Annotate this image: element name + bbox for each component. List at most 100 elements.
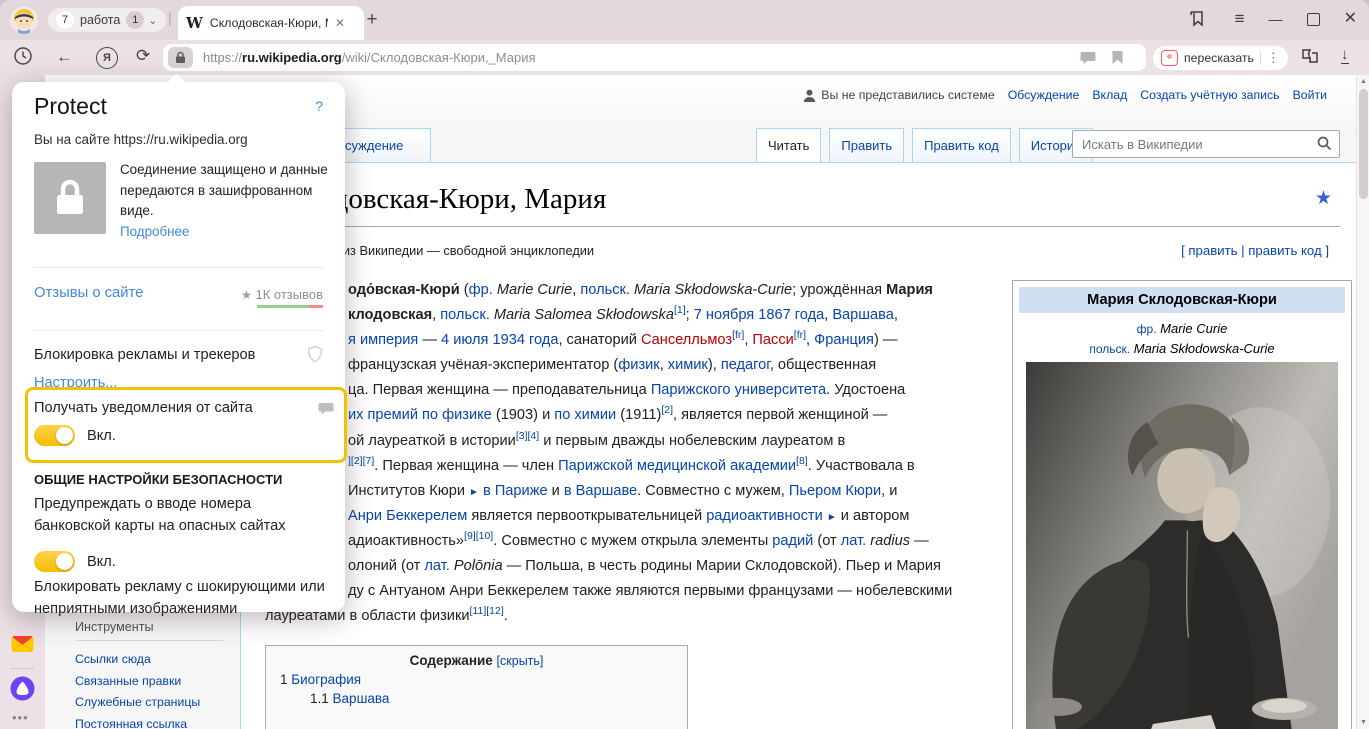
wiki-link[interactable]: [fr] — [794, 329, 806, 341]
yandex-button[interactable]: Я — [96, 47, 118, 69]
wiki-link[interactable]: ► — [469, 487, 479, 498]
scroll-thumb[interactable] — [1359, 89, 1368, 199]
wiki-search-input[interactable] — [1080, 132, 1314, 156]
wiki-link[interactable]: радиоактивности — [706, 508, 823, 524]
card-warning-toggle[interactable] — [34, 551, 75, 572]
wiki-link[interactable]: 7 ноября — [694, 307, 754, 323]
protect-lock-chip[interactable] — [168, 47, 193, 68]
wiki-link[interactable]: Санселльмоз — [641, 332, 732, 348]
infobox: Мария Склодовская-Кюри фр. Marie Curie п… — [1012, 280, 1352, 729]
close-window-button[interactable]: ✕ — [1344, 8, 1357, 30]
wiki-link[interactable]: 4 июля — [441, 332, 488, 348]
notifications-toggle[interactable] — [34, 425, 75, 446]
wiki-link[interactable]: Парижской медицинской академии — [558, 458, 796, 474]
chevron-down-icon[interactable]: ⌄ — [148, 14, 157, 27]
wiki-link[interactable]: [fr] — [732, 329, 744, 341]
tab-close-icon[interactable]: ✕ — [335, 16, 345, 30]
tab-edit-source[interactable]: Править код — [912, 128, 1011, 162]
address-bar[interactable]: https://ru.wikipedia.org/wiki/Склодовска… — [163, 44, 1146, 71]
tab-group-pill[interactable]: 7 работа 1 ⌄ — [48, 8, 166, 32]
refresh-button[interactable]: ⟳ — [136, 46, 150, 66]
page-scrollbar[interactable]: ▲ ▼ — [1356, 75, 1369, 729]
tab-edit[interactable]: Править — [829, 128, 904, 162]
wiki-link[interactable]: химик — [668, 357, 708, 373]
wiki-link[interactable]: 1934 года — [492, 332, 558, 348]
toc-item[interactable]: 1 Биография — [266, 668, 687, 687]
wiki-link[interactable]: Варшава — [832, 307, 894, 323]
tools-link[interactable]: Ссылки сюда — [75, 649, 223, 671]
tab-read[interactable]: Читать — [756, 128, 821, 162]
tools-link[interactable]: Связанные правки — [75, 671, 223, 693]
wiki-link[interactable]: [8] — [796, 455, 808, 467]
wiki-link[interactable]: польск. — [440, 307, 490, 323]
wiki-link[interactable]: фр. — [469, 282, 493, 298]
collections-icon[interactable] — [1300, 46, 1320, 70]
section-edit-links[interactable]: [ править | править код ] — [1181, 243, 1329, 258]
wiki-link[interactable]: [2] — [661, 405, 673, 417]
wiki-link[interactable]: лат. — [841, 533, 866, 549]
talk-link[interactable]: Обсуждение — [1008, 88, 1080, 102]
tools-link[interactable]: Постоянная ссылка — [75, 714, 223, 729]
wiki-link[interactable]: [9][10] — [464, 530, 493, 542]
infobox-fr-label[interactable]: фр. — [1137, 322, 1157, 336]
wiki-link[interactable]: [11][12] — [470, 605, 504, 617]
portrait-photo[interactable] — [1026, 362, 1338, 729]
infobox-pl-label[interactable]: польск. — [1089, 342, 1130, 356]
site-reviews-link[interactable]: Отзывы о сайте — [34, 285, 143, 301]
alice-icon[interactable] — [10, 676, 35, 706]
download-icon[interactable]: ↓ — [1341, 46, 1349, 64]
wiki-link[interactable]: в Варшаве — [564, 483, 637, 499]
wiki-link[interactable]: Пасси — [752, 332, 793, 348]
history-icon[interactable] — [13, 46, 33, 71]
lead-line: их премий по физике (1903) и по химии (1… — [265, 403, 1045, 428]
wiki-search[interactable] — [1072, 130, 1340, 158]
bookmark-flag-icon[interactable] — [1111, 50, 1124, 70]
side-panel-icon[interactable] — [1188, 9, 1207, 33]
scroll-up-arrow[interactable]: ▲ — [1357, 78, 1369, 85]
more-horizontal-icon[interactable]: ••• — [12, 710, 29, 725]
url-text[interactable]: https://ru.wikipedia.org/wiki/Склодовска… — [203, 50, 536, 65]
wiki-link[interactable]: [1] — [674, 304, 686, 316]
maximize-button[interactable] — [1307, 13, 1320, 26]
minimize-button[interactable]: — — [1269, 8, 1283, 30]
wiki-link[interactable]: Анри Беккерелем — [348, 508, 467, 524]
active-tab[interactable]: W Склодовская-Кюри, Ма ✕ — [178, 6, 364, 40]
protect-help-link[interactable]: ? — [315, 98, 323, 114]
comment-icon[interactable] — [1080, 50, 1096, 70]
wiki-link[interactable]: я империя — [348, 332, 418, 348]
wiki-link[interactable]: польск. — [580, 282, 630, 298]
mail-icon[interactable] — [11, 635, 34, 658]
back-button[interactable]: ← — [56, 47, 73, 67]
wiki-link[interactable]: по химии — [554, 407, 616, 423]
login-link[interactable]: Войти — [1293, 88, 1327, 102]
tools-link[interactable]: Служебные страницы — [75, 692, 223, 714]
toc-hide-link[interactable]: [скрыть] — [497, 654, 544, 668]
profile-avatar[interactable] — [10, 6, 38, 34]
bookmark-star-icon[interactable]: ★ — [1315, 187, 1332, 210]
create-account-link[interactable]: Создать учётную запись — [1140, 88, 1279, 102]
wiki-link[interactable]: Пьером Кюри — [789, 483, 881, 499]
wiki-link[interactable]: лат. — [424, 558, 449, 574]
details-link[interactable]: Подробнее — [120, 224, 189, 239]
wiki-link[interactable]: педагог — [721, 357, 770, 373]
wiki-link[interactable]: в Париже — [483, 483, 548, 499]
toc-item[interactable]: 1.1 Варшава — [266, 687, 687, 706]
wiki-link[interactable]: радий — [772, 533, 813, 549]
scroll-down-arrow[interactable]: ▼ — [1357, 719, 1369, 726]
wiki-link[interactable]: их премий по физике — [348, 407, 492, 423]
menu-icon[interactable]: ≡ — [1235, 8, 1245, 30]
wiki-link[interactable]: физик — [618, 357, 659, 373]
reviews-count[interactable]: ★ 1К отзывов — [241, 287, 323, 302]
more-vertical-icon[interactable]: ⋮ — [1267, 50, 1280, 66]
wiki-link[interactable]: Франция — [814, 332, 874, 348]
wiki-link[interactable]: ][2][7] — [348, 455, 374, 467]
wiki-link[interactable]: 1867 года — [758, 307, 824, 323]
retell-button[interactable]: « пересказать ⋮ — [1153, 46, 1288, 70]
contributions-link[interactable]: Вклад — [1092, 88, 1127, 102]
wiki-link[interactable]: ► — [827, 512, 837, 523]
wiki-link[interactable]: [3][4] — [516, 430, 539, 442]
person-icon — [803, 89, 816, 102]
new-tab-button[interactable]: + — [360, 8, 384, 32]
wiki-link[interactable]: Парижского университета — [651, 382, 826, 398]
search-icon[interactable] — [1317, 136, 1332, 151]
